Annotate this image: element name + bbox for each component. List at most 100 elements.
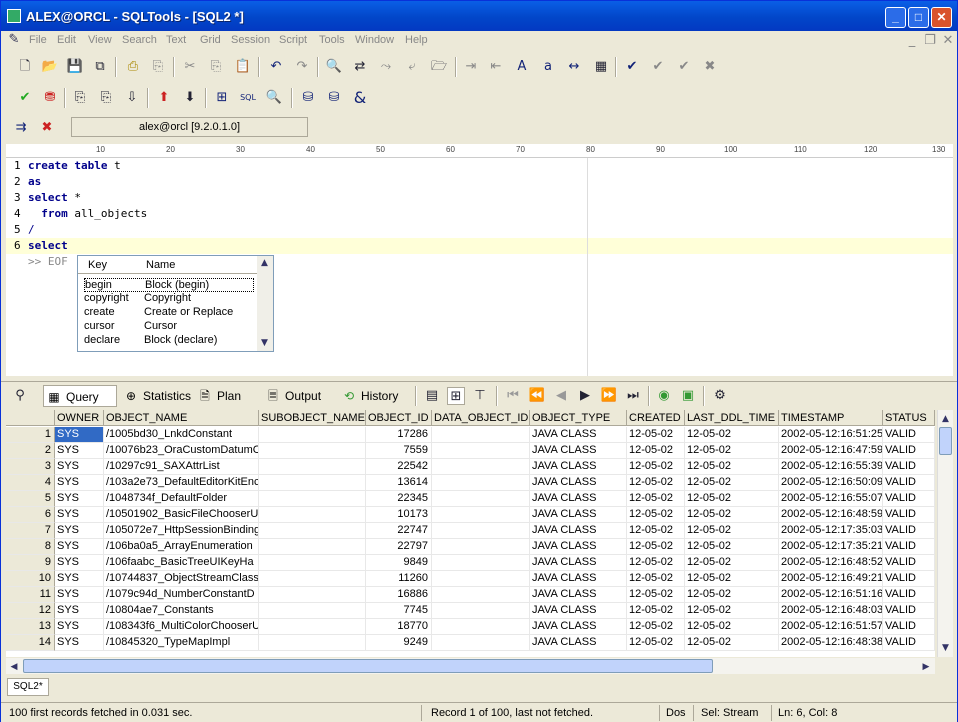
uppercase-icon[interactable]: A [513,58,531,76]
table-cell[interactable]: SYS [55,459,104,475]
table-cell[interactable]: 12-05-02 [627,475,685,491]
describe-icon[interactable]: ⎘ [71,89,89,107]
grid-vertical-scrollbar[interactable]: ▲ ▼ [937,410,953,657]
find-prev-icon[interactable]: ⤶ [403,58,421,76]
table-cell[interactable] [432,635,530,651]
table-cell[interactable]: VALID [883,603,935,619]
table-row[interactable]: 6 SYS/10501902_BasicFileChooserU 10173 JAVA… [6,507,935,523]
table-cell[interactable]: SYS [55,491,104,507]
table-cell[interactable]: JAVA CLASS [530,619,627,635]
grid-horizontal-scrollbar[interactable]: ◀ ▶ [6,658,935,674]
table-cell[interactable]: 2002-05-12:16:48:59 [779,507,883,523]
table-cell[interactable]: 7745 [366,603,432,619]
next-page-icon[interactable]: ⏩ [600,387,618,405]
table-cell[interactable]: 11260 [366,571,432,587]
table-cell[interactable] [432,507,530,523]
split-view-icon[interactable]: ⊤ [471,387,489,405]
table-cell[interactable]: 12-05-02 [685,507,779,523]
column-mode-icon[interactable]: ▦ [592,58,610,76]
table-cell[interactable]: /10804ae7_Constants [104,603,259,619]
table-cell[interactable]: 12-05-02 [627,427,685,443]
excel-export-icon[interactable]: ▣ [679,387,697,405]
table-cell[interactable]: JAVA CLASS [530,443,627,459]
table-cell[interactable]: /10501902_BasicFileChooserU [104,507,259,523]
column-header[interactable]: SUBOBJECT_NAME [259,410,366,426]
column-header[interactable]: DATA_OBJECT_ID [432,410,530,426]
row-number[interactable]: 13 [6,619,55,635]
find-in-files-icon[interactable]: 🗁 [430,58,448,76]
table-cell[interactable]: VALID [883,427,935,443]
table-cell[interactable] [259,523,366,539]
tab-plan[interactable]: 🗎 Plan [195,385,255,407]
table-cell[interactable]: SYS [55,635,104,651]
scroll-up-icon[interactable]: ▲ [938,410,953,426]
table-cell[interactable]: 2002-05-12:17:35:03 [779,523,883,539]
table-cell[interactable] [432,571,530,587]
lowercase-icon[interactable]: a [539,58,557,76]
table-cell[interactable]: /106faabc_BasicTreeUIKeyHa [104,555,259,571]
column-header[interactable]: OBJECT_TYPE [530,410,627,426]
table-cell[interactable]: /1005bd30_LnkdConstant [104,427,259,443]
tab-output[interactable]: 🗏 Output [263,385,333,407]
single-record-icon[interactable]: ⊞ [447,387,465,405]
table-cell[interactable]: VALID [883,459,935,475]
fetch-icon[interactable]: ⇩ [123,89,141,107]
tab-query[interactable]: ▦ Query [43,385,117,407]
table-row[interactable]: 12 SYS/10804ae7_Constants 7745 JAVA CLASS 12… [6,603,935,619]
table-cell[interactable]: /1079c94d_NumberConstantD [104,587,259,603]
table-row[interactable]: 11 SYS/1079c94d_NumberConstantD 16886 JAVA … [6,587,935,603]
table-cell[interactable]: VALID [883,491,935,507]
first-record-icon[interactable]: ⏮ [504,387,522,405]
table-cell[interactable]: 2002-05-12:16:48:03 [779,603,883,619]
row-number[interactable]: 6 [6,507,55,523]
menu-file[interactable]: File [29,34,47,46]
table-cell[interactable]: 16886 [366,587,432,603]
table-row[interactable]: 14 SYS/10845320_TypeMapImpl 9249 JAVA CLASS… [6,635,935,651]
print-preview-icon[interactable]: ⎘ [149,58,167,76]
next-record-icon[interactable]: ▶ [576,387,594,405]
header-key[interactable]: Key [88,259,107,271]
table-cell[interactable]: SYS [55,427,104,443]
table-cell[interactable] [432,603,530,619]
save-all-icon[interactable]: ⧉ [91,58,109,76]
disconnect-icon[interactable]: ✖ [38,119,56,137]
last-record-icon[interactable]: ⏭ [624,387,642,405]
table-cell[interactable]: VALID [883,555,935,571]
table-cell[interactable]: 12-05-02 [685,587,779,603]
table-cell[interactable]: 12-05-02 [627,523,685,539]
close-button[interactable]: ✕ [931,7,952,28]
vertical-scroll-thumb[interactable] [939,427,952,455]
row-number[interactable]: 8 [6,539,55,555]
prev-page-icon[interactable]: ⏪ [528,387,546,405]
autocomplete-item[interactable]: copyright Copyright [84,292,254,306]
table-cell[interactable]: JAVA CLASS [530,427,627,443]
describe-next-icon[interactable]: ⎘ [97,89,115,107]
table-cell[interactable]: 12-05-02 [627,459,685,475]
expand-icon[interactable]: ↔ [565,58,583,76]
app-icon[interactable] [7,9,21,23]
row-number[interactable]: 10 [6,571,55,587]
table-cell[interactable] [432,619,530,635]
table-cell[interactable]: 12-05-02 [685,491,779,507]
table-cell[interactable]: 22345 [366,491,432,507]
tab-statistics[interactable]: ⊕ Statistics [121,385,191,407]
menu-search[interactable]: Search [122,34,157,46]
sql-icon[interactable]: SQL [239,89,257,107]
table-cell[interactable] [432,523,530,539]
table-cell[interactable]: 12-05-02 [627,443,685,459]
menu-tools[interactable]: Tools [319,34,345,46]
minimize-button[interactable]: _ [885,7,906,28]
results-grid[interactable]: OWNER OBJECT_NAME SUBOBJECT_NAME OBJECT_… [6,410,935,657]
table-cell[interactable]: 10173 [366,507,432,523]
table-cell[interactable] [432,555,530,571]
redo-icon[interactable]: ↷ [293,58,311,76]
table-cell[interactable]: 17286 [366,427,432,443]
table-cell[interactable]: 12-05-02 [685,475,779,491]
table-cell[interactable]: 2002-05-12:16:49:21 [779,571,883,587]
menu-text[interactable]: Text [166,34,186,46]
mdi-close-icon[interactable]: ✕ [939,32,957,50]
table-cell[interactable]: 12-05-02 [685,635,779,651]
table-cell[interactable]: JAVA CLASS [530,635,627,651]
table-cell[interactable]: 12-05-02 [627,491,685,507]
mdi-app-icon[interactable]: ✎ [5,31,23,49]
